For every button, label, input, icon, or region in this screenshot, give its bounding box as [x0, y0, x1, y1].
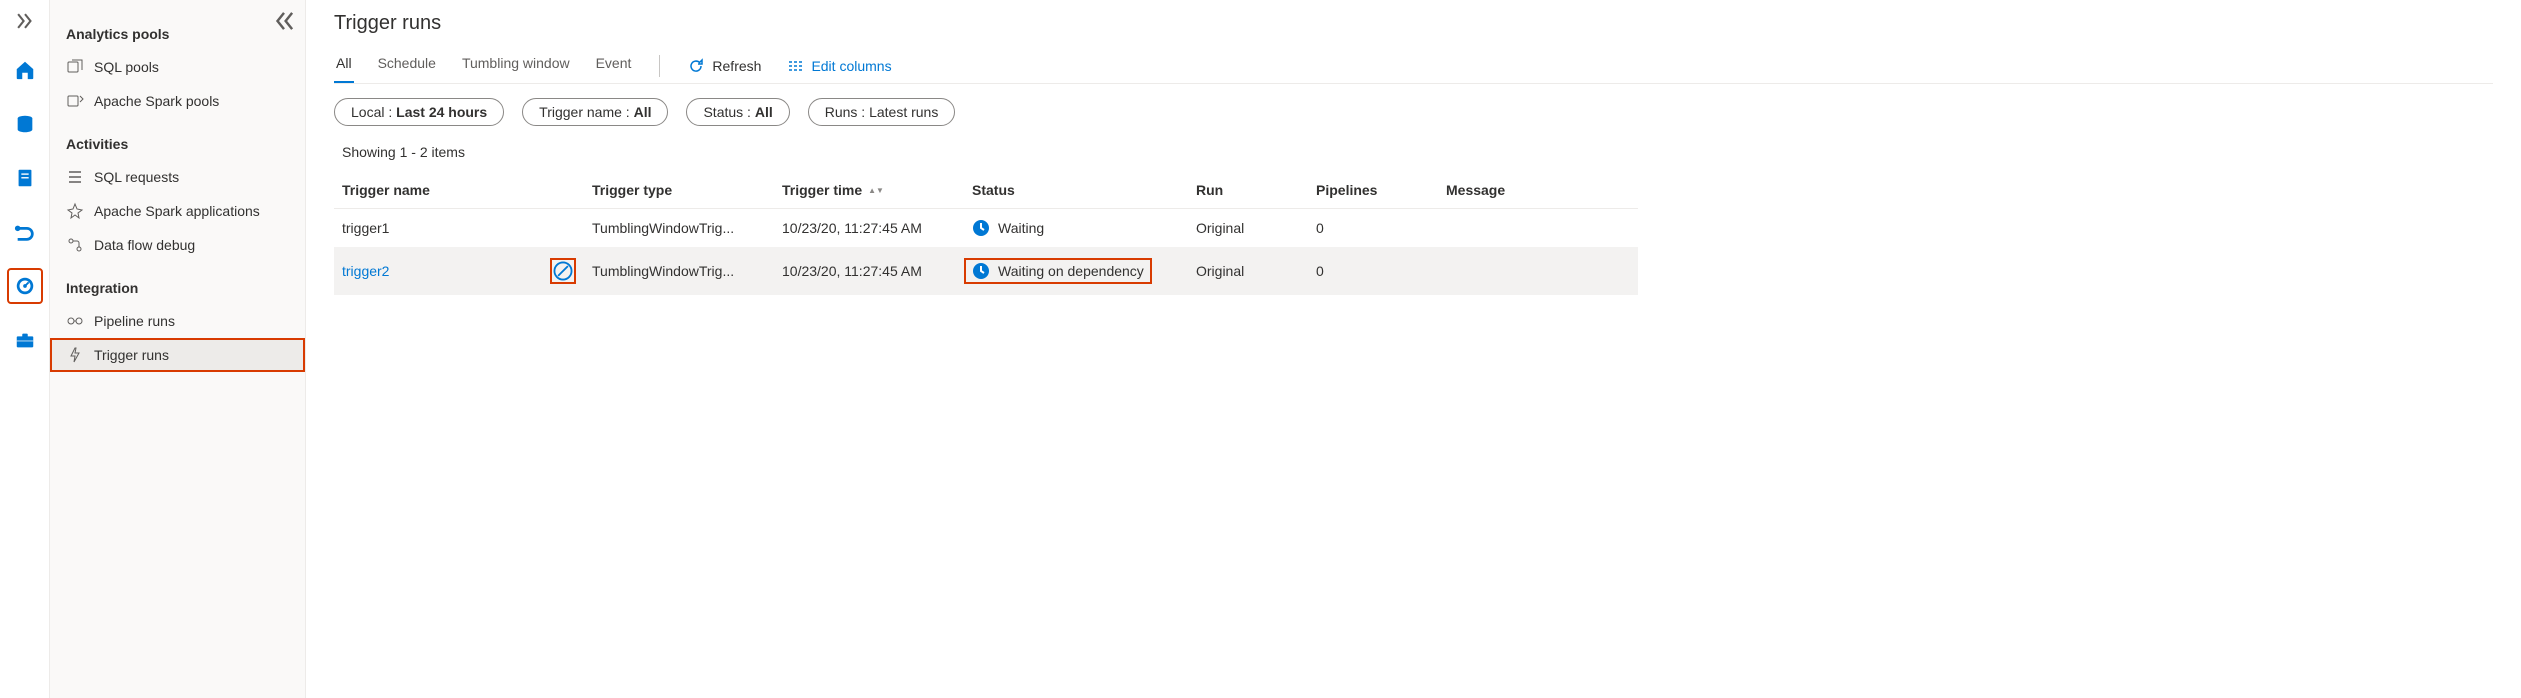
sidebar-item-label: SQL requests: [94, 169, 179, 185]
sidebar-item-label: Trigger runs: [94, 347, 169, 363]
tab-event[interactable]: Event: [594, 49, 634, 83]
showing-count: Showing 1 - 2 items: [334, 144, 2493, 160]
cancel-run-button[interactable]: [550, 258, 576, 284]
pipeline-runs-icon: [66, 312, 84, 330]
clock-icon: [972, 262, 990, 280]
sidebar-item-label: Apache Spark pools: [94, 93, 219, 109]
rail-expand-button[interactable]: [12, 8, 38, 34]
cell-type: TumblingWindowTrig...: [584, 209, 774, 248]
main-content: Trigger runs All Schedule Tumbling windo…: [306, 0, 2521, 698]
rail-home[interactable]: [7, 52, 43, 88]
filter-runs[interactable]: Runs : Latest runs: [808, 98, 956, 126]
left-rail: [0, 0, 50, 698]
rail-toolbox[interactable]: [7, 322, 43, 358]
rail-monitor[interactable]: [7, 268, 43, 304]
cell-pipelines: 0: [1308, 248, 1438, 295]
cell-pipelines: 0: [1308, 209, 1438, 248]
cell-status: Waiting on dependency: [964, 248, 1188, 295]
cell-time: 10/23/20, 11:27:45 AM: [774, 248, 964, 295]
sort-icon: ▲▼: [868, 187, 884, 194]
list-icon: [66, 168, 84, 186]
gauge-icon: [14, 275, 36, 297]
trigger-icon: [66, 346, 84, 364]
tab-schedule[interactable]: Schedule: [376, 49, 438, 83]
filter-time[interactable]: Local : Last 24 hours: [334, 98, 504, 126]
sidebar-item-label: SQL pools: [94, 59, 159, 75]
col-trigger-type[interactable]: Trigger type: [584, 172, 774, 209]
document-icon: [14, 167, 36, 189]
trigger-name-link[interactable]: trigger2: [342, 263, 389, 279]
page-title: Trigger runs: [334, 12, 2493, 35]
cell-status: Waiting: [964, 209, 1188, 248]
divider: [659, 55, 660, 77]
database-icon: [14, 113, 36, 135]
cancel-icon: [552, 260, 574, 282]
sidebar: Analytics pools SQL pools Apache Spark p…: [50, 0, 306, 698]
cell-type: TumblingWindowTrig...: [584, 248, 774, 295]
refresh-button[interactable]: Refresh: [686, 54, 763, 78]
refresh-icon: [688, 58, 704, 74]
rail-database[interactable]: [7, 106, 43, 142]
filter-trigger-name[interactable]: Trigger name : All: [522, 98, 668, 126]
trigger-name[interactable]: trigger1: [342, 220, 389, 236]
section-activities: Activities: [50, 118, 305, 160]
chevrons-right-icon: [14, 10, 36, 32]
sidebar-item-trigger-runs[interactable]: Trigger runs: [50, 338, 305, 372]
refresh-label: Refresh: [712, 58, 761, 74]
col-pipelines[interactable]: Pipelines: [1308, 172, 1438, 209]
cell-name: trigger2: [334, 248, 584, 295]
edit-columns-label: Edit columns: [811, 58, 891, 74]
rail-document[interactable]: [7, 160, 43, 196]
col-trigger-time[interactable]: Trigger time ▲▼: [774, 172, 964, 209]
section-analytics-pools: Analytics pools: [50, 8, 305, 50]
col-run[interactable]: Run: [1188, 172, 1308, 209]
section-integration: Integration: [50, 262, 305, 304]
cell-run: Original: [1188, 209, 1308, 248]
toolbox-icon: [14, 329, 36, 351]
sidebar-item-sql-pools[interactable]: SQL pools: [50, 50, 305, 84]
tab-row: All Schedule Tumbling window Event Refre…: [334, 49, 2493, 84]
spark-app-icon: [66, 202, 84, 220]
col-trigger-name[interactable]: Trigger name: [334, 172, 584, 209]
sidebar-item-sql-requests[interactable]: SQL requests: [50, 160, 305, 194]
cell-time: 10/23/20, 11:27:45 AM: [774, 209, 964, 248]
tab-tumbling-window[interactable]: Tumbling window: [460, 49, 572, 83]
pipeline-icon: [14, 221, 36, 243]
cell-message: [1438, 248, 1638, 295]
clock-icon: [972, 219, 990, 237]
filters: Local : Last 24 hours Trigger name : All…: [334, 98, 2493, 126]
spark-icon: [66, 92, 84, 110]
sidebar-item-pipeline-runs[interactable]: Pipeline runs: [50, 304, 305, 338]
rail-pipeline[interactable]: [7, 214, 43, 250]
cell-run: Original: [1188, 248, 1308, 295]
home-icon: [14, 59, 36, 81]
status-text: Waiting: [998, 220, 1044, 236]
sidebar-collapse-button[interactable]: [271, 8, 297, 34]
cell-name: trigger1: [334, 209, 584, 248]
chevrons-left-icon: [271, 8, 297, 34]
tab-all[interactable]: All: [334, 49, 354, 83]
col-status[interactable]: Status: [964, 172, 1188, 209]
columns-icon: [787, 58, 803, 74]
sidebar-item-spark-apps[interactable]: Apache Spark applications: [50, 194, 305, 228]
sidebar-item-label: Pipeline runs: [94, 313, 175, 329]
edit-columns-button[interactable]: Edit columns: [785, 54, 893, 78]
sidebar-item-data-flow-debug[interactable]: Data flow debug: [50, 228, 305, 262]
col-message[interactable]: Message: [1438, 172, 1638, 209]
cell-message: [1438, 209, 1638, 248]
results-grid: Trigger name Trigger type Trigger time ▲…: [334, 172, 2493, 295]
sidebar-item-label: Apache Spark applications: [94, 203, 260, 219]
sidebar-item-label: Data flow debug: [94, 237, 195, 253]
flow-icon: [66, 236, 84, 254]
sidebar-item-spark-pools[interactable]: Apache Spark pools: [50, 84, 305, 118]
filter-status[interactable]: Status : All: [686, 98, 789, 126]
status-text: Waiting on dependency: [998, 263, 1144, 279]
sql-icon: [66, 58, 84, 76]
